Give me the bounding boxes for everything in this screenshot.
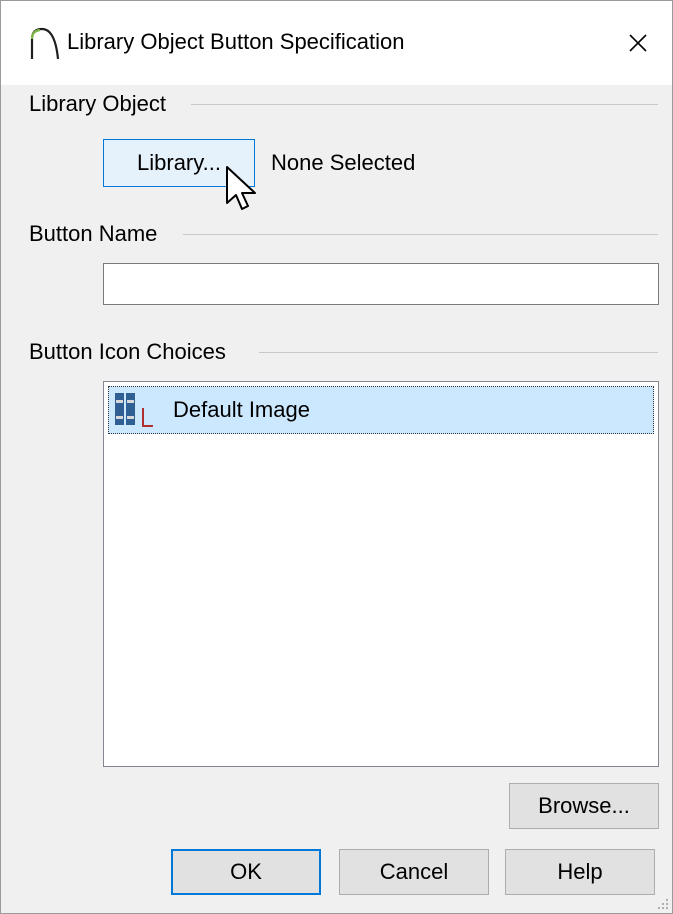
- icon-choices-section-label: Button Icon Choices: [29, 339, 236, 365]
- button-name-input[interactable]: [103, 263, 659, 305]
- section-divider: [191, 104, 658, 105]
- section-divider: [259, 352, 658, 353]
- library-object-section-label: Library Object: [29, 91, 176, 117]
- cancel-button[interactable]: Cancel: [339, 849, 489, 895]
- button-name-section-label: Button Name: [29, 221, 168, 247]
- title-bar: Library Object Button Specification: [1, 1, 672, 85]
- library-object-button-dialog: Library Object Button Specification Libr…: [0, 0, 673, 914]
- list-item-label: Default Image: [173, 397, 310, 422]
- icon-choices-list[interactable]: Default Image: [103, 381, 659, 767]
- ok-button[interactable]: OK: [171, 849, 321, 895]
- library-books-icon: [115, 393, 153, 427]
- browse-button[interactable]: Browse...: [509, 783, 659, 829]
- help-button[interactable]: Help: [505, 849, 655, 895]
- app-arch-icon: [30, 27, 60, 60]
- section-divider: [183, 234, 658, 235]
- window-title: Library Object Button Specification: [67, 29, 405, 54]
- resize-grip-icon[interactable]: [654, 895, 670, 911]
- close-icon: [629, 34, 647, 52]
- close-button[interactable]: [604, 1, 672, 85]
- library-selection-status: None Selected: [271, 150, 416, 175]
- list-item[interactable]: Default Image: [108, 386, 654, 434]
- mouse-cursor-icon: [226, 166, 256, 210]
